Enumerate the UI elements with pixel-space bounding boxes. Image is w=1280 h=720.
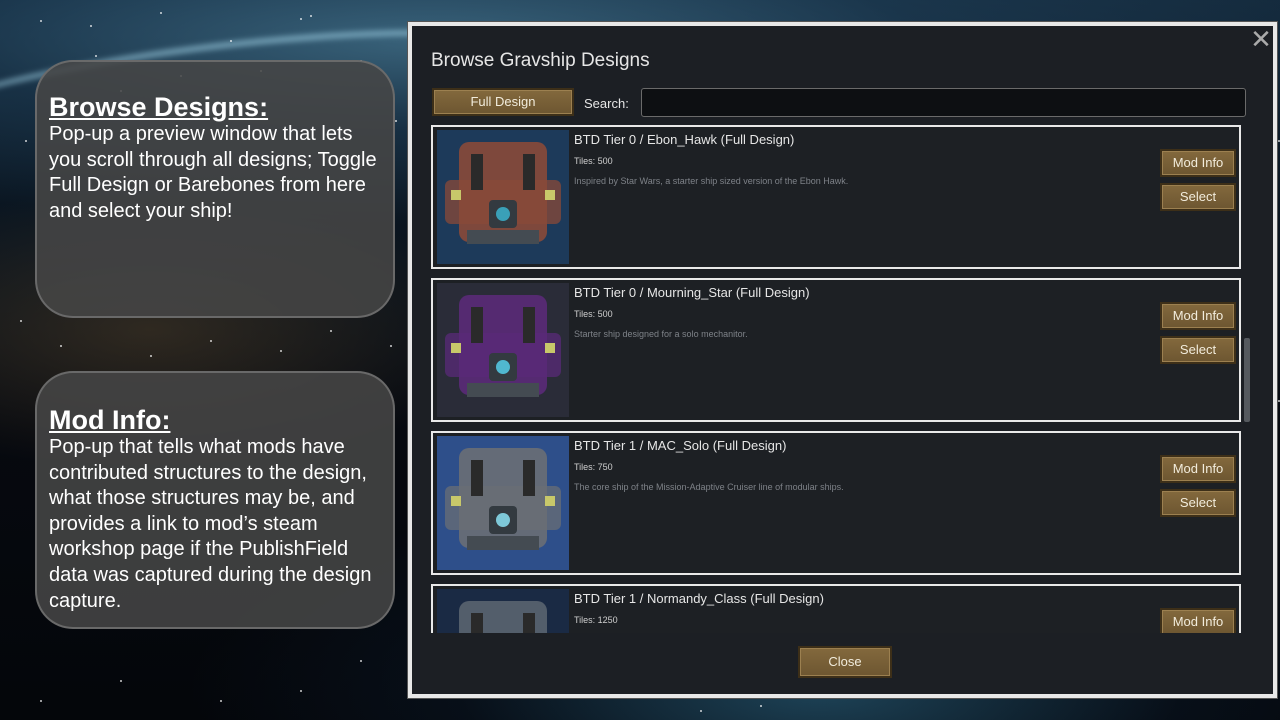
close-button[interactable]: Close: [798, 646, 892, 678]
star: [20, 320, 22, 322]
star: [300, 18, 302, 20]
star: [360, 660, 362, 662]
design-tiles: Tiles: 750: [574, 462, 613, 472]
design-tiles: Tiles: 500: [574, 309, 613, 319]
star: [700, 710, 702, 712]
callout-title: Browse Designs:: [49, 92, 269, 122]
mod-info-button[interactable]: Mod Info: [1160, 455, 1236, 483]
star: [280, 350, 282, 352]
star: [120, 680, 122, 682]
design-description: Inspired by Star Wars, a starter ship si…: [574, 176, 849, 186]
mod-info-button[interactable]: Mod Info: [1160, 608, 1236, 633]
scrollbar-thumb[interactable]: [1244, 338, 1250, 422]
design-list[interactable]: BTD Tier 0 / Ebon_Hawk (Full Design) Tile…: [431, 125, 1259, 633]
design-description: The core ship of the Mission-Adaptive Cr…: [574, 482, 844, 492]
design-name: BTD Tier 0 / Mourning_Star (Full Design): [574, 285, 810, 300]
star: [330, 330, 332, 332]
design-card: BTD Tier 0 / Mourning_Star (Full Design)…: [431, 278, 1241, 422]
star: [40, 20, 42, 22]
callout-body: Pop-up that tells what mods have contrib…: [49, 436, 372, 612]
callout-title: Mod Info:: [49, 405, 171, 435]
design-card: BTD Tier 1 / Normandy_Class (Full Design…: [431, 584, 1241, 633]
star: [150, 355, 152, 357]
star: [220, 700, 222, 702]
mod-info-button[interactable]: Mod Info: [1160, 149, 1236, 177]
ship-preview-image: [437, 436, 569, 570]
design-card: BTD Tier 1 / MAC_Solo (Full Design) Tiles…: [431, 431, 1241, 575]
design-name: BTD Tier 1 / MAC_Solo (Full Design): [574, 438, 787, 453]
design-tiles: Tiles: 500: [574, 156, 613, 166]
star: [40, 700, 42, 702]
mod-info-callout: Mod Info: Pop-up that tells what mods ha…: [35, 371, 395, 629]
design-name: BTD Tier 0 / Ebon_Hawk (Full Design): [574, 132, 795, 147]
search-label: Search:: [584, 96, 629, 111]
star: [395, 120, 397, 122]
mod-info-button[interactable]: Mod Info: [1160, 302, 1236, 330]
star: [25, 140, 27, 142]
select-button[interactable]: Select: [1160, 489, 1236, 517]
full-design-toggle-button[interactable]: Full Design: [432, 88, 574, 116]
browse-designs-callout: Browse Designs: Pop-up a preview window …: [35, 60, 395, 318]
star: [310, 15, 312, 17]
star: [95, 55, 97, 57]
design-name: BTD Tier 1 / Normandy_Class (Full Design…: [574, 591, 824, 606]
star: [160, 12, 162, 14]
search-input[interactable]: [641, 88, 1246, 117]
star: [230, 40, 232, 42]
star: [210, 340, 212, 342]
star: [390, 345, 392, 347]
ship-preview-image: [437, 589, 569, 633]
star: [60, 345, 62, 347]
design-card: BTD Tier 0 / Ebon_Hawk (Full Design) Tile…: [431, 125, 1241, 269]
callout-body: Pop-up a preview window that lets you sc…: [49, 123, 377, 222]
select-button[interactable]: Select: [1160, 336, 1236, 364]
star: [300, 690, 302, 692]
browse-gravship-designs-dialog: ✕ Browse Gravship Designs Full Design Se…: [407, 21, 1278, 699]
dialog-title: Browse Gravship Designs: [431, 50, 650, 71]
star: [760, 705, 762, 707]
design-description: Starter ship designed for a solo mechani…: [574, 329, 748, 339]
close-icon[interactable]: ✕: [1249, 26, 1273, 52]
star: [90, 25, 92, 27]
ship-preview-image: [437, 130, 569, 264]
select-button[interactable]: Select: [1160, 183, 1236, 211]
design-tiles: Tiles: 1250: [574, 615, 618, 625]
ship-preview-image: [437, 283, 569, 417]
